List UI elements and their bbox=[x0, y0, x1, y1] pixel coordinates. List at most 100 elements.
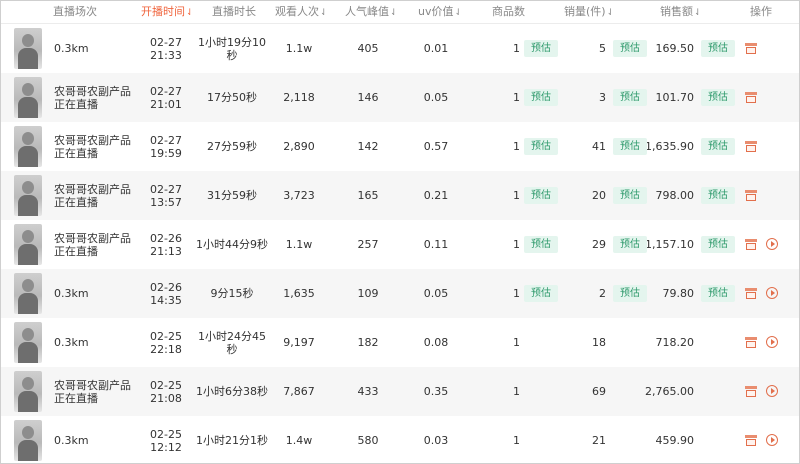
peak: 580 bbox=[357, 434, 379, 447]
start-time: 02-27 13:57 bbox=[150, 182, 182, 209]
avatar[interactable] bbox=[14, 126, 42, 167]
session-name[interactable]: 农哥哥农副产品正在直播 bbox=[54, 122, 136, 171]
start-time: 02-27 21:01 bbox=[150, 84, 182, 111]
avatar[interactable] bbox=[14, 28, 42, 69]
sort-icon: ⇃ bbox=[320, 8, 328, 18]
product-count: 1 bbox=[513, 238, 520, 251]
start-time: 02-27 21:33 bbox=[150, 35, 182, 62]
session-name[interactable]: 农哥哥农副产品正在直播 bbox=[54, 367, 136, 416]
views: 1,635 bbox=[283, 287, 315, 300]
table-row[interactable]: 农哥哥农副产品正在直播 02-25 21:08 1小时6分38秒 7,867 433 0.3… bbox=[1, 367, 799, 416]
revenue: 1,157.10 bbox=[645, 238, 694, 251]
start-time: 02-25 21:08 bbox=[150, 378, 182, 405]
peak: 257 bbox=[357, 238, 379, 251]
table-row[interactable]: 0.3km 02-25 22:18 1小时24分45秒 9,197 182 0.08 1 18 7… bbox=[1, 318, 799, 367]
table-row[interactable]: 农哥哥农副产品正在直播 02-27 19:59 27分59秒 2,890 142 0.57 1… bbox=[1, 122, 799, 171]
sales-qty: 2 bbox=[599, 287, 606, 300]
shop-icon[interactable] bbox=[745, 239, 757, 250]
session-name[interactable]: 农哥哥农副产品正在直播 bbox=[54, 220, 136, 269]
estimate-badge: 预估 bbox=[612, 269, 648, 318]
play-icon[interactable] bbox=[766, 385, 778, 397]
peak: 182 bbox=[357, 336, 379, 349]
shop-icon[interactable] bbox=[745, 386, 757, 397]
shop-icon[interactable] bbox=[745, 92, 757, 103]
estimate-badge: 预估 bbox=[523, 24, 559, 73]
revenue: 101.70 bbox=[655, 91, 695, 104]
uv-value: 0.21 bbox=[423, 189, 449, 202]
product-count: 1 bbox=[513, 140, 520, 153]
play-icon[interactable] bbox=[766, 287, 778, 299]
header-start-time[interactable]: 开播时间⇃ bbox=[141, 1, 194, 23]
play-icon[interactable] bbox=[766, 336, 778, 348]
uv-value: 0.05 bbox=[423, 91, 449, 104]
estimate-badge: 预估 bbox=[523, 171, 559, 220]
peak: 405 bbox=[357, 42, 379, 55]
shop-icon[interactable] bbox=[745, 435, 757, 446]
product-count: 1 bbox=[513, 336, 520, 349]
avatar[interactable] bbox=[14, 224, 42, 265]
table-row[interactable]: 0.3km 02-26 14:35 9分15秒 1,635 109 0.05 1 2 79.80 预… bbox=[1, 269, 799, 318]
duration: 9分15秒 bbox=[210, 287, 254, 300]
shop-icon[interactable] bbox=[745, 190, 757, 201]
estimate-badge: 预估 bbox=[612, 24, 648, 73]
table-row[interactable]: 农哥哥农副产品正在直播 02-27 21:01 17分50秒 2,118 146 0.05 1… bbox=[1, 73, 799, 122]
sales-qty: 18 bbox=[592, 336, 606, 349]
start-time: 02-26 21:13 bbox=[150, 231, 182, 258]
avatar[interactable] bbox=[14, 273, 42, 314]
peak: 165 bbox=[357, 189, 379, 202]
views: 1.1w bbox=[285, 238, 313, 251]
uv-value: 0.01 bbox=[423, 42, 449, 55]
duration: 1小时24分45秒 bbox=[198, 329, 266, 356]
shop-icon[interactable] bbox=[745, 43, 757, 54]
shop-icon[interactable] bbox=[745, 288, 757, 299]
shop-icon[interactable] bbox=[745, 141, 757, 152]
estimate-badge: 预估 bbox=[700, 122, 736, 171]
header-revenue[interactable]: 销售额⇃ bbox=[660, 1, 702, 23]
sales-qty: 69 bbox=[592, 385, 606, 398]
table-row[interactable]: 农哥哥农副产品正在直播 02-26 21:13 1小时44分9秒 1.1w 257 0.11… bbox=[1, 220, 799, 269]
header-views[interactable]: 观看人次⇃ bbox=[275, 1, 328, 23]
estimate-badge: 预估 bbox=[700, 24, 736, 73]
play-icon[interactable] bbox=[766, 238, 778, 250]
avatar[interactable] bbox=[14, 175, 42, 216]
peak: 142 bbox=[357, 140, 379, 153]
estimate-badge: 预估 bbox=[523, 73, 559, 122]
peak: 433 bbox=[357, 385, 379, 398]
start-time: 02-25 12:12 bbox=[150, 427, 182, 454]
table-row[interactable]: 0.3km 02-27 21:33 1小时19分10秒 1.1w 405 0.01 1 5 169… bbox=[1, 24, 799, 73]
views: 9,197 bbox=[283, 336, 315, 349]
sort-icon: ⇃ bbox=[694, 8, 702, 18]
header-peak[interactable]: 人气峰值⇃ bbox=[345, 1, 398, 23]
avatar[interactable] bbox=[14, 77, 42, 118]
product-count: 1 bbox=[513, 287, 520, 300]
shop-icon[interactable] bbox=[745, 337, 757, 348]
session-name[interactable]: 农哥哥农副产品正在直播 bbox=[54, 171, 136, 220]
header-session: 直播场次 bbox=[53, 5, 97, 18]
revenue: 2,765.00 bbox=[645, 385, 694, 398]
table-row[interactable]: 0.3km 02-25 12:12 1小时21分1秒 1.4w 580 0.03 1 21 459… bbox=[1, 416, 799, 463]
views: 2,890 bbox=[283, 140, 315, 153]
session-name[interactable]: 0.3km bbox=[54, 269, 136, 318]
header-uv[interactable]: uv价值⇃ bbox=[418, 1, 462, 23]
session-name[interactable]: 0.3km bbox=[54, 318, 136, 367]
revenue: 169.50 bbox=[655, 42, 695, 55]
avatar[interactable] bbox=[14, 322, 42, 363]
views: 1.1w bbox=[285, 42, 313, 55]
avatar[interactable] bbox=[14, 371, 42, 412]
avatar[interactable] bbox=[14, 420, 42, 461]
sales-qty: 29 bbox=[592, 238, 606, 251]
product-count: 1 bbox=[513, 385, 520, 398]
peak: 146 bbox=[357, 91, 379, 104]
header-products: 商品数 bbox=[492, 5, 525, 18]
session-name[interactable]: 0.3km bbox=[54, 416, 136, 463]
session-name[interactable]: 0.3km bbox=[54, 24, 136, 73]
uv-value: 0.08 bbox=[423, 336, 449, 349]
product-count: 1 bbox=[513, 91, 520, 104]
session-name[interactable]: 农哥哥农副产品正在直播 bbox=[54, 73, 136, 122]
revenue: 1,635.90 bbox=[645, 140, 694, 153]
header-sales-qty[interactable]: 销量(件)⇃ bbox=[564, 1, 614, 23]
table-row[interactable]: 农哥哥农副产品正在直播 02-27 13:57 31分59秒 3,723 165 0.21 1… bbox=[1, 171, 799, 220]
uv-value: 0.03 bbox=[423, 434, 449, 447]
play-icon[interactable] bbox=[766, 434, 778, 446]
product-count: 1 bbox=[513, 434, 520, 447]
